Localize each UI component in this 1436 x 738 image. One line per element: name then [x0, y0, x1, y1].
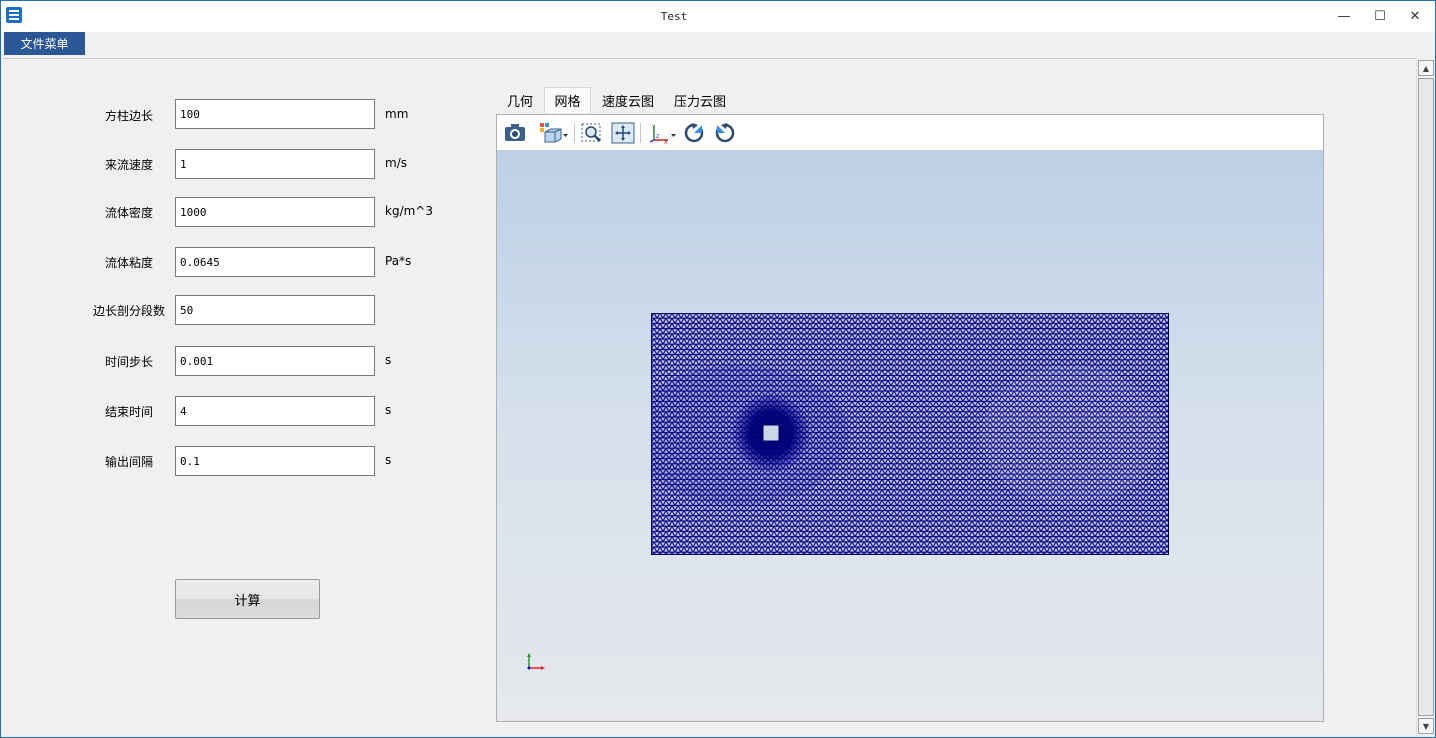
mesh-viewer-panel: y z x: [496, 114, 1324, 722]
label-fluid-density: 流体密度: [104, 206, 153, 220]
scroll-down-button[interactable]: ▼: [1418, 718, 1434, 734]
label-inflow-velocity: 来流速度: [104, 158, 153, 172]
mesh-domain: [651, 313, 1169, 555]
camera-icon[interactable]: [503, 122, 527, 144]
zoom-box-icon[interactable]: [580, 122, 604, 144]
unit-column-side: mm: [385, 107, 409, 121]
unit-time-step: s: [385, 353, 392, 367]
unit-fluid-density: kg/m^3: [385, 204, 433, 218]
input-end-time[interactable]: 4: [175, 396, 375, 426]
input-column-side[interactable]: 100: [175, 99, 375, 129]
viewer-toolbar: y z x: [497, 115, 1323, 150]
rotate-cw-icon[interactable]: [713, 122, 737, 144]
axes-triad-icon: [527, 653, 545, 670]
toolbar-separator: [574, 123, 575, 143]
label-edge-segments: 边长剖分段数: [92, 304, 165, 318]
fit-view-icon[interactable]: [611, 122, 635, 144]
scroll-thumb[interactable]: [1418, 78, 1434, 716]
input-fluid-viscosity[interactable]: 0.0645: [175, 247, 375, 277]
close-button[interactable]: ✕: [1398, 1, 1432, 31]
file-menu-button[interactable]: 文件菜单: [4, 32, 85, 55]
tab-geometry[interactable]: 几何: [500, 87, 540, 113]
vertical-scrollbar[interactable]: ▲ ▼: [1416, 58, 1434, 737]
calculate-button[interactable]: 计算: [175, 579, 320, 619]
window-title: Test: [660, 10, 688, 23]
tab-mesh[interactable]: 网格: [544, 87, 591, 113]
rotate-ccw-icon[interactable]: [682, 122, 706, 144]
input-time-step[interactable]: 0.001: [175, 346, 375, 376]
tab-pressure-contour[interactable]: 压力云图: [671, 87, 729, 113]
scroll-up-button[interactable]: ▲: [1418, 60, 1434, 76]
unit-fluid-viscosity: Pa*s: [385, 254, 412, 268]
unit-inflow-velocity: m/s: [385, 156, 407, 170]
unit-end-time: s: [385, 403, 392, 417]
app-window: Test — ☐ ✕ 文件菜单 方柱边长 100 mm 来流速度 1 m/s 流…: [0, 0, 1436, 738]
label-end-time: 结束时间: [104, 405, 153, 419]
toolbar-separator: [640, 123, 641, 143]
label-fluid-viscosity: 流体粘度: [104, 256, 153, 270]
maximize-button[interactable]: ☐: [1363, 1, 1397, 31]
unit-output-interval: s: [385, 453, 392, 467]
svg-text:y: y: [652, 123, 656, 130]
title-bar[interactable]: Test — ☐ ✕: [1, 1, 1435, 32]
label-time-step: 时间步长: [104, 355, 153, 369]
tab-velocity-contour[interactable]: 速度云图: [599, 87, 657, 113]
input-edge-segments[interactable]: 50: [175, 295, 375, 325]
input-fluid-density[interactable]: 1000: [175, 197, 375, 227]
label-output-interval: 输出间隔: [104, 455, 153, 469]
view-cube-icon[interactable]: [539, 122, 569, 144]
svg-text:z: z: [656, 133, 659, 140]
minimize-button[interactable]: —: [1327, 1, 1361, 31]
3d-viewport[interactable]: [497, 150, 1323, 721]
svg-text:x: x: [664, 139, 668, 144]
input-output-interval[interactable]: 0.1: [175, 446, 375, 476]
input-inflow-velocity[interactable]: 1: [175, 149, 375, 179]
axes-orient-icon[interactable]: y z x: [648, 122, 678, 144]
label-column-side: 方柱边长: [104, 109, 153, 123]
